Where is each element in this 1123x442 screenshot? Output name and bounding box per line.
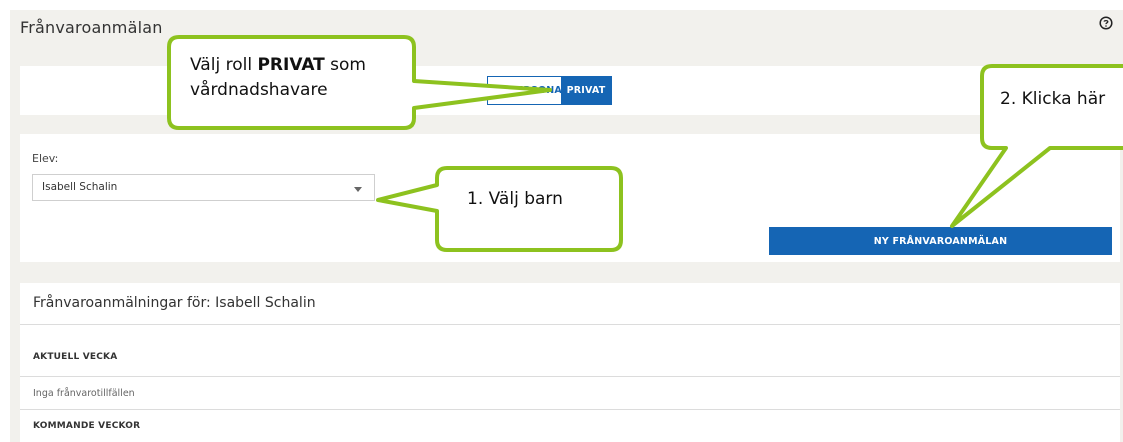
callout-child-text: 1. Välj barn	[467, 189, 563, 209]
divider	[20, 376, 1120, 377]
empty-state-text: Inga frånvarotillfällen	[33, 388, 135, 399]
absence-list-panel: Frånvaroanmälningar för: Isabell Schalin…	[20, 283, 1120, 442]
callout-role-suffix: som	[324, 55, 366, 75]
divider	[20, 409, 1120, 410]
student-select[interactable]: Isabell Schalin	[32, 174, 375, 201]
section-current-week: AKTUELL VECKA	[33, 352, 118, 362]
question-circle-icon[interactable]	[1099, 16, 1113, 30]
callout-role-prefix: Välj roll	[190, 55, 258, 75]
page-title: Frånvaroanmälan	[20, 18, 163, 37]
role-toggle: SKOLPERSONAL PRIVAT	[481, 76, 612, 105]
section-upcoming-weeks: KOMMANDE VECKOR	[33, 421, 141, 431]
chevron-down-icon	[354, 187, 362, 192]
callout-click-text: 2. Klicka här	[1000, 89, 1106, 109]
new-absence-button[interactable]: NY FRÅNVAROANMÄLAN	[769, 227, 1112, 255]
student-panel: Elev: Isabell Schalin NY FRÅNVAROANMÄLAN	[20, 134, 1120, 262]
student-label: Elev:	[32, 152, 59, 165]
absence-list-heading: Frånvaroanmälningar för: Isabell Schalin	[33, 295, 316, 311]
divider	[20, 324, 1120, 325]
callout-role-text: Välj roll PRIVAT som vårdnadshavare	[190, 53, 366, 103]
role-option-privat[interactable]: PRIVAT	[561, 77, 611, 104]
callout-role-line2: vårdnadshavare	[190, 80, 328, 100]
student-select-value: Isabell Schalin	[42, 181, 118, 193]
role-option-skolpersonal[interactable]: SKOLPERSONAL	[481, 77, 568, 104]
role-panel: SKOLPERSONAL PRIVAT	[20, 66, 1120, 115]
callout-role-bold: PRIVAT	[257, 55, 325, 75]
